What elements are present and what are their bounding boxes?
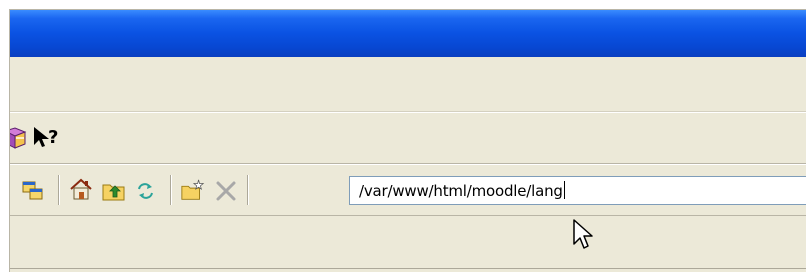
new-folder-icon[interactable] <box>180 177 206 203</box>
refresh-icon[interactable] <box>133 178 159 204</box>
application-window: ? /var/www/html/moodle/lang <box>9 9 806 272</box>
path-input[interactable]: /var/www/html/moodle/lang <box>349 176 806 205</box>
path-input-value: /var/www/html/moodle/lang <box>359 181 565 200</box>
toolbar-separator <box>170 175 172 205</box>
toolbar-separator <box>247 175 249 205</box>
title-bar[interactable] <box>10 10 806 57</box>
status-bar <box>10 216 806 272</box>
arrow-cursor-icon <box>572 218 598 257</box>
whats-this-help-icon[interactable]: ? <box>31 125 65 151</box>
copy-windows-icon[interactable] <box>20 178 46 204</box>
menu-bar <box>10 57 806 112</box>
navigation-toolbar: /var/www/html/moodle/lang <box>10 164 806 216</box>
window-bottom-border <box>10 268 806 269</box>
delete-icon[interactable] <box>213 178 239 204</box>
text-caret <box>563 181 565 199</box>
home-icon[interactable] <box>68 177 94 203</box>
toolbar-separator <box>58 175 60 205</box>
help-toolbar: ? <box>10 112 806 164</box>
svg-text:?: ? <box>48 127 58 148</box>
up-folder-icon[interactable] <box>101 178 127 204</box>
help-book-icon[interactable] <box>10 125 28 151</box>
